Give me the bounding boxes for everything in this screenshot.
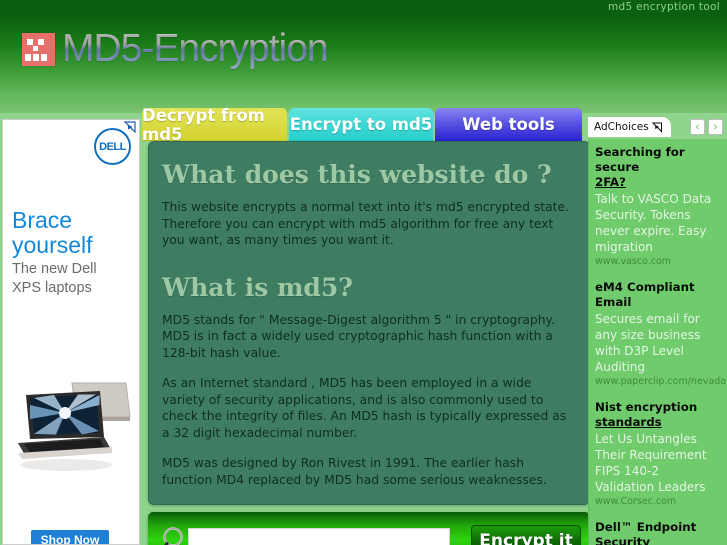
- adchoices-label: AdChoices: [594, 121, 649, 133]
- info-paragraph-2: MD5 stands for " Message-Digest algorith…: [162, 312, 555, 360]
- adchoices-button[interactable]: AdChoices: [588, 117, 671, 137]
- md5-pixel-logo-icon: [22, 32, 55, 66]
- site-title: MD5-Encryption: [62, 25, 329, 73]
- adchoices-icon[interactable]: [124, 121, 138, 133]
- ad-url: www.paperclip.com/nevada: [595, 376, 727, 387]
- site-header: md5 encryption tool MD5-Encryption: [0, 0, 727, 113]
- dell-logo-icon: DELL: [94, 128, 131, 165]
- ad-title-line2[interactable]: Security: [595, 535, 650, 545]
- info-paragraph-4: MD5 was designed by Ron Rivest in 1991. …: [162, 456, 547, 487]
- ad-title[interactable]: Searching for secure 2FA?: [595, 145, 722, 190]
- ad-title-line1: Dell™ Endpoint: [595, 520, 697, 534]
- tab-web-tools[interactable]: Web tools: [435, 108, 582, 141]
- dell-ad-subline-2: XPS laptops: [12, 280, 92, 296]
- ad-item[interactable]: Dell™ Endpoint Security Learn about Effe…: [595, 520, 722, 545]
- ad-title[interactable]: eM4 Compliant Email: [595, 280, 722, 310]
- ad-title[interactable]: Dell™ Endpoint Security: [595, 520, 722, 545]
- dell-ad-headline: Brace yourself: [12, 208, 93, 258]
- main-content-column: What does this website do ? This website…: [148, 141, 590, 545]
- encrypt-it-button[interactable]: Encrypt it: [471, 525, 581, 545]
- ad-title-line2[interactable]: 2FA?: [595, 175, 626, 189]
- site-logo[interactable]: MD5-Encryption: [22, 25, 329, 73]
- info-heading-1: What does this website do ?: [162, 160, 552, 189]
- ad-item[interactable]: eM4 Compliant Email Secures email for an…: [595, 280, 727, 387]
- dell-ad-subline-1: The new Dell: [12, 261, 97, 277]
- dell-xps-laptop-image: [18, 382, 131, 471]
- info-panel: What does this website do ? This website…: [148, 141, 590, 505]
- ad-title-line2[interactable]: standards: [595, 415, 662, 429]
- dell-ad-headline-line1: Brace: [12, 207, 73, 233]
- tab-encrypt-to-md5[interactable]: Encrypt to md5: [289, 108, 433, 141]
- page-tagline: md5 encryption tool: [607, 1, 720, 13]
- encrypt-form: Encrypt it: [148, 512, 590, 545]
- ad-description: Talk to VASCO Data Security. Tokens neve…: [595, 192, 712, 254]
- ad-title[interactable]: Nist encryption standards: [595, 400, 722, 430]
- magnifier-icon: [163, 527, 183, 545]
- left-ad-banner[interactable]: DELL Brace yourself The new Dell XPS lap…: [2, 119, 140, 545]
- ad-toolbar: AdChoices ‹ ›: [588, 117, 727, 139]
- dell-ad-headline-line2: yourself: [12, 232, 93, 258]
- ad-title-line1: Nist encryption: [595, 400, 698, 414]
- info-paragraph-3: As an Internet standard , MD5 has been e…: [162, 376, 567, 440]
- ad-url: www.vasco.com: [595, 256, 672, 267]
- right-ad-column: AdChoices ‹ › Searching for secure 2FA? …: [588, 117, 727, 545]
- dell-ad-subline: The new Dell XPS laptops: [12, 260, 97, 298]
- tab-decrypt-from-md5[interactable]: Decrypt from md5: [142, 106, 287, 144]
- dell-shop-now-button[interactable]: Shop Now: [31, 530, 109, 544]
- ad-item[interactable]: Nist encryption standards Let Us Untangl…: [595, 400, 722, 507]
- ad-description: Let Us Untangles Their Requirement FIPS …: [595, 432, 707, 494]
- adchoices-icon: [651, 122, 662, 133]
- ad-prev-button[interactable]: ‹: [690, 119, 705, 135]
- ad-title-line1[interactable]: eM4 Compliant Email: [595, 280, 695, 309]
- ad-pager: ‹ ›: [690, 119, 723, 135]
- encrypt-input[interactable]: [188, 528, 450, 545]
- info-paragraph-1: This website encrypts a normal text into…: [162, 200, 569, 247]
- ad-description: Secures email for any size business with…: [595, 312, 701, 374]
- ad-item[interactable]: Searching for secure 2FA? Talk to VASCO …: [595, 145, 722, 267]
- info-heading-2: What is md5?: [162, 272, 353, 302]
- ad-next-button[interactable]: ›: [708, 119, 723, 135]
- ad-title-line1: Searching for secure: [595, 145, 685, 174]
- ad-url: www.Corsec.com: [595, 496, 677, 507]
- ad-list: Searching for secure 2FA? Talk to VASCO …: [588, 139, 727, 545]
